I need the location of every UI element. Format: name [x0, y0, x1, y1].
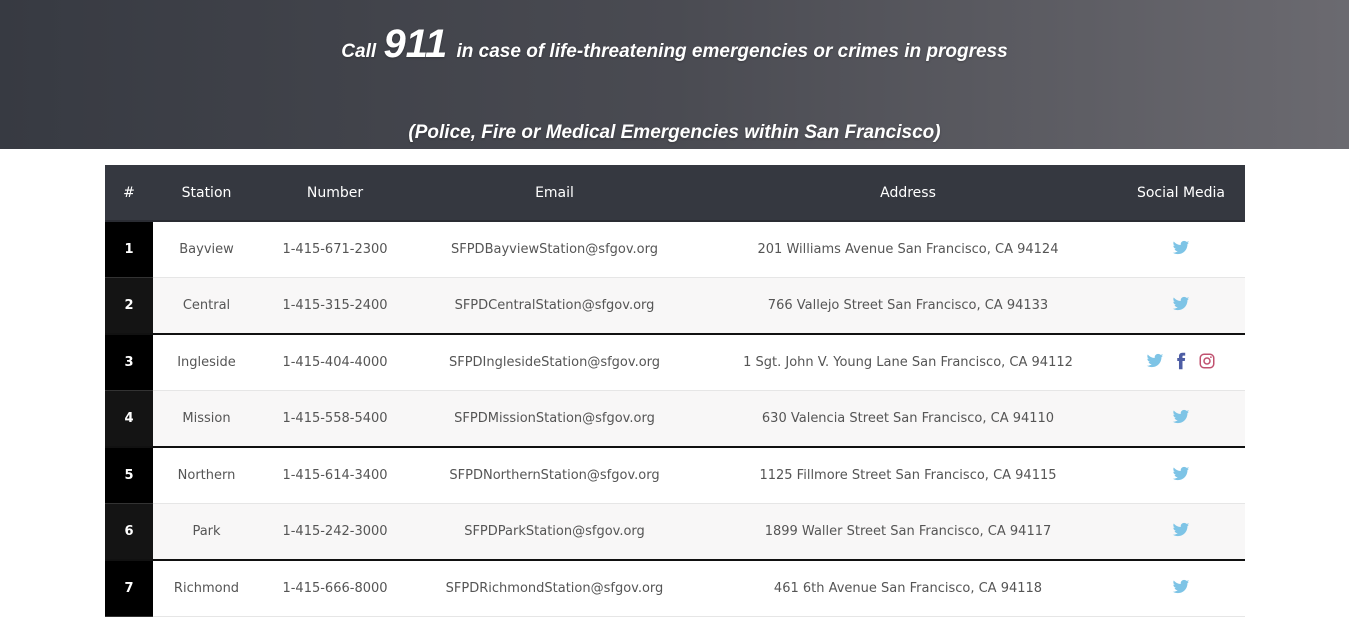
social-media-cell — [1117, 446, 1245, 504]
table-row: 3 Ingleside 1-415-404-4000 SFPDInglesideSta… — [105, 333, 1245, 391]
social-icons — [1172, 408, 1190, 426]
row-number-cell: 2 — [105, 277, 153, 335]
table-row: 4 Mission 1-415-558-5400 SFPDMissionStation… — [105, 390, 1245, 448]
phone-number-cell: 1-415-315-2400 — [260, 277, 410, 335]
address-cell: 766 Vallejo Street San Francisco, CA 941… — [699, 277, 1117, 335]
email-cell: SFPDParkStation@sfgov.org — [410, 503, 699, 561]
phone-number-cell: 1-415-666-8000 — [260, 559, 410, 617]
social-icons — [1172, 578, 1190, 596]
social-icons — [1172, 521, 1190, 539]
table-row: 6 Park 1-415-242-3000 SFPDParkStation@sfgov… — [105, 503, 1245, 561]
social-media-cell — [1117, 221, 1245, 278]
email-cell: SFPDNorthernStation@sfgov.org — [410, 446, 699, 504]
address-cell: 1 Sgt. John V. Young Lane San Francisco,… — [699, 333, 1117, 391]
social-media-cell — [1117, 390, 1245, 448]
table-header: # Station Number Email Address Social Media — [105, 165, 1245, 222]
address-cell: 201 Williams Avenue San Francisco, CA 94… — [699, 221, 1117, 278]
banner-subtitle: (Police, Fire or Medical Emergencies wit… — [408, 122, 941, 143]
social-media-cell — [1117, 559, 1245, 617]
email-cell: SFPDMissionStation@sfgov.org — [410, 390, 699, 448]
row-number-cell: 7 — [105, 559, 153, 617]
twitter-icon[interactable] — [1172, 521, 1190, 539]
station-name-cell: Bayview — [153, 221, 260, 278]
facebook-icon[interactable] — [1172, 352, 1190, 370]
email-cell: SFPDRichmondStation@sfgov.org — [410, 559, 699, 617]
social-icons — [1172, 465, 1190, 483]
station-name-cell: Ingleside — [153, 333, 260, 391]
table-row: 7 Richmond 1-415-666-8000 SFPDRichmondStati… — [105, 559, 1245, 617]
phone-number-cell: 1-415-404-4000 — [260, 333, 410, 391]
email-cell: SFPDCentralStation@sfgov.org — [410, 277, 699, 335]
row-number-cell: 5 — [105, 446, 153, 504]
phone-number-cell: 1-415-558-5400 — [260, 390, 410, 448]
station-name-cell: Central — [153, 277, 260, 335]
header-social-media: Social Media — [1117, 165, 1245, 222]
row-number-cell: 1 — [105, 221, 153, 278]
social-icons — [1172, 295, 1190, 313]
phone-number-cell: 1-415-671-2300 — [260, 221, 410, 278]
header-address: Address — [699, 165, 1117, 222]
header-number: # — [105, 165, 153, 222]
email-cell: SFPDInglesideStation@sfgov.org — [410, 333, 699, 391]
twitter-icon[interactable] — [1146, 352, 1164, 370]
banner-call-text: Call — [341, 41, 377, 62]
stations-table-container: # Station Number Email Address Social Media 1… — [105, 165, 1245, 617]
header-station: Station — [153, 165, 260, 222]
phone-number-cell: 1-415-614-3400 — [260, 446, 410, 504]
address-cell: 461 6th Avenue San Francisco, CA 94118 — [699, 559, 1117, 617]
twitter-icon[interactable] — [1172, 578, 1190, 596]
social-media-cell — [1117, 333, 1245, 391]
banner-headline-rest: in case of life-threatening emergencies … — [456, 41, 1008, 62]
table-header-row: # Station Number Email Address Social Media — [105, 165, 1245, 222]
twitter-icon[interactable] — [1172, 408, 1190, 426]
table-row: 2 Central 1-415-315-2400 SFPDCentralStation… — [105, 277, 1245, 335]
social-icons — [1146, 352, 1216, 370]
social-media-cell — [1117, 503, 1245, 561]
twitter-icon[interactable] — [1172, 239, 1190, 257]
banner-911: 911 — [383, 22, 448, 66]
social-icons — [1172, 239, 1190, 257]
table-row: 1 Bayview 1-415-671-2300 SFPDBayviewStation… — [105, 221, 1245, 278]
twitter-icon[interactable] — [1172, 295, 1190, 313]
twitter-icon[interactable] — [1172, 465, 1190, 483]
emergency-banner: Call 911 in case of life-threatening eme… — [0, 0, 1349, 149]
instagram-icon[interactable] — [1198, 352, 1216, 370]
social-media-cell — [1117, 277, 1245, 335]
address-cell: 1899 Waller Street San Francisco, CA 941… — [699, 503, 1117, 561]
row-number-cell: 3 — [105, 333, 153, 391]
phone-number-cell: 1-415-242-3000 — [260, 503, 410, 561]
station-name-cell: Northern — [153, 446, 260, 504]
station-name-cell: Park — [153, 503, 260, 561]
banner-headline: Call 911 in case of life-threatening eme… — [0, 18, 1349, 78]
row-number-cell: 4 — [105, 390, 153, 448]
email-cell: SFPDBayviewStation@sfgov.org — [410, 221, 699, 278]
stations-table: # Station Number Email Address Social Media 1… — [105, 165, 1245, 617]
table-row: 5 Northern 1-415-614-3400 SFPDNorthernStati… — [105, 446, 1245, 504]
address-cell: 630 Valencia Street San Francisco, CA 94… — [699, 390, 1117, 448]
table-body: 1 Bayview 1-415-671-2300 SFPDBayviewStation… — [105, 221, 1245, 617]
header-phone: Number — [260, 165, 410, 222]
row-number-cell: 6 — [105, 503, 153, 561]
address-cell: 1125 Fillmore Street San Francisco, CA 9… — [699, 446, 1117, 504]
station-name-cell: Richmond — [153, 559, 260, 617]
station-name-cell: Mission — [153, 390, 260, 448]
header-email: Email — [410, 165, 699, 222]
